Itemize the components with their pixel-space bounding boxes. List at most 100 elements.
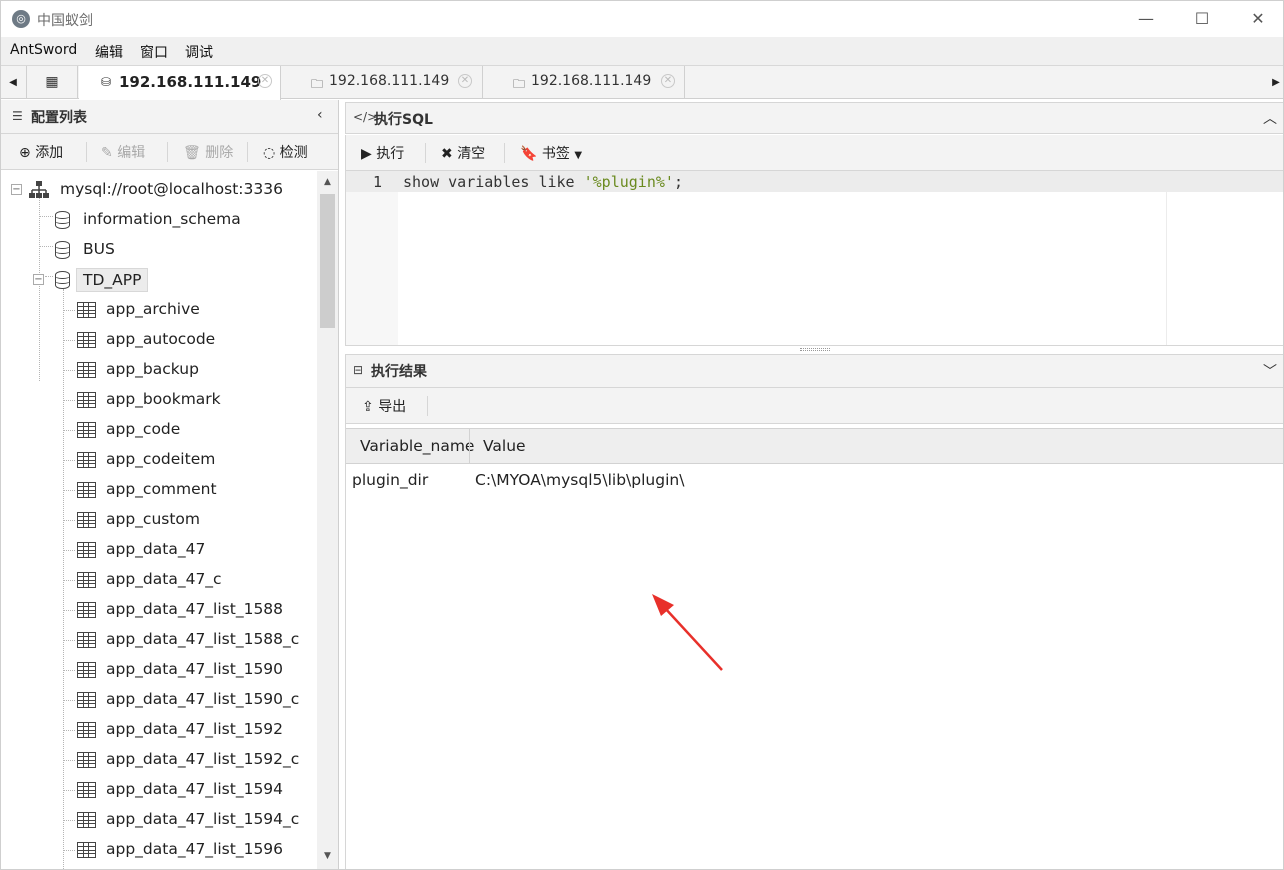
collapse-panel-icon[interactable]: ‹ xyxy=(317,107,323,123)
table-label: app_data_47_list_1588 xyxy=(106,600,284,618)
grid-icon: ▦ xyxy=(45,74,59,90)
tab-label: 192.168.111.149 xyxy=(329,73,450,89)
tree-table-node[interactable]: app_codeitem xyxy=(1,445,317,475)
tab-scroll-left-icon[interactable]: ◀ xyxy=(1,66,25,99)
scroll-thumb[interactable] xyxy=(320,194,335,328)
tree-table-node[interactable]: app_data_47 xyxy=(1,535,317,565)
table-label: app_comment xyxy=(106,480,217,498)
tree-table-node[interactable]: app_data_47_list_1590 xyxy=(1,655,317,685)
table-label: app_data_47_list_1590_c xyxy=(106,690,300,708)
database-label: information_schema xyxy=(83,210,241,228)
tree-table-node[interactable]: app_custom xyxy=(1,505,317,535)
sql-code[interactable]: show variables like '%plugin%'; xyxy=(403,173,683,191)
line-number: 1 xyxy=(372,173,382,191)
tab-bar: ◀ ▦ ⛁ 192.168.111.149 ✕ 🗀 192.168.111.14… xyxy=(1,65,1283,100)
database-icon: ⛁ xyxy=(101,75,112,89)
tree-database-node[interactable]: information_schema xyxy=(1,205,317,235)
tree-table-node[interactable]: app_data_47_list_1594_c xyxy=(1,805,317,835)
bookmark-button[interactable]: 🔖 书签 ▼ xyxy=(520,143,582,163)
close-button[interactable]: ✕ xyxy=(1230,1,1283,37)
tree-table-node[interactable]: app_archive xyxy=(1,295,317,325)
chevron-up-icon[interactable]: ︿ xyxy=(1263,108,1277,128)
database-label: TD_APP xyxy=(76,268,149,292)
export-button[interactable]: ⇪ 导出 xyxy=(362,396,406,416)
tab-files-2[interactable]: 🗀 192.168.111.149 ✕ xyxy=(484,66,685,99)
sql-panel-title: 执行SQL xyxy=(374,112,433,128)
test-button[interactable]: ◌ 检测 xyxy=(263,142,308,162)
tree-table-node[interactable]: app_data_47_list_1590_c xyxy=(1,685,317,715)
folder-icon: 🗀 xyxy=(513,77,526,91)
tab-scroll-right-icon[interactable]: ▶ xyxy=(1264,66,1283,99)
scroll-down-icon[interactable]: ▼ xyxy=(317,847,338,865)
window-title: 中国蚁剑 xyxy=(37,13,93,29)
x-icon: ✖ xyxy=(441,146,453,162)
database-icon xyxy=(55,211,70,229)
table-icon xyxy=(77,722,96,738)
menu-antsword[interactable]: AntSword xyxy=(10,42,77,58)
tree-table-node[interactable]: app_data_47_list_1592 xyxy=(1,715,317,745)
maximize-button[interactable]: ☐ xyxy=(1174,1,1230,37)
table-icon xyxy=(77,542,96,558)
table-icon xyxy=(77,782,96,798)
table-label: app_data_47_list_1594_c xyxy=(106,810,300,828)
database-tree: − mysql://root@localhost:3336 informatio… xyxy=(1,171,317,869)
play-icon: ▶ xyxy=(361,146,372,162)
table-label: app_code xyxy=(106,420,181,438)
config-toolbar: ⊕ 添加 ✎ 编辑 🗑 删除 ◌ 检测 xyxy=(1,134,338,170)
tree-table-node[interactable]: app_comment xyxy=(1,475,317,505)
plus-circle-icon: ⊕ xyxy=(19,145,31,161)
table-icon xyxy=(77,602,96,618)
database-label: BUS xyxy=(83,240,115,258)
tree-table-node[interactable]: app_data_47_c xyxy=(1,565,317,595)
tree-table-node[interactable]: app_bookmark xyxy=(1,385,317,415)
tab-files-1[interactable]: 🗀 192.168.111.149 ✕ xyxy=(282,66,483,99)
tree-table-node[interactable]: app_data_47_list_1596 xyxy=(1,835,317,865)
caret-down-icon: ▼ xyxy=(574,150,583,161)
table-label: app_codeitem xyxy=(106,450,216,468)
tab-close-icon[interactable]: ✕ xyxy=(258,74,272,88)
edit-button[interactable]: ✎ 编辑 xyxy=(101,142,145,162)
tree-database-node-selected[interactable]: − TD_APP xyxy=(1,265,317,295)
antsword-logo-icon: ◎ xyxy=(12,10,30,28)
table-icon xyxy=(77,752,96,768)
database-icon xyxy=(55,241,70,259)
tree-connection-node[interactable]: − mysql://root@localhost:3336 xyxy=(1,175,317,205)
tree-table-node[interactable]: app_backup xyxy=(1,355,317,385)
tree-scrollbar[interactable]: ▲ ▼ xyxy=(317,171,338,869)
sql-editor[interactable]: 1 show variables like '%plugin%'; xyxy=(345,171,1283,346)
scroll-up-icon[interactable]: ▲ xyxy=(317,173,338,191)
panel-splitter[interactable] xyxy=(345,346,1283,354)
database-icon xyxy=(55,271,70,289)
tree-table-node[interactable]: app_data_47_list_1588_c xyxy=(1,625,317,655)
menu-window[interactable]: 窗口 xyxy=(140,42,168,62)
tree-table-node[interactable]: app_data_47_list_1588 xyxy=(1,595,317,625)
tab-home[interactable]: ▦ xyxy=(26,66,78,99)
clear-button[interactable]: ✖ 清空 xyxy=(441,143,485,163)
tab-close-icon[interactable]: ✕ xyxy=(661,74,675,88)
chevron-down-icon[interactable]: ﹀ xyxy=(1263,361,1277,381)
title-bar: ◎ 中国蚁剑 — ☐ ✕ xyxy=(1,1,1283,37)
table-icon xyxy=(77,482,96,498)
menu-debug[interactable]: 调试 xyxy=(185,42,213,62)
config-list-panel: ☰ 配置列表 ‹ ⊕ 添加 ✎ 编辑 🗑 删除 ◌ 检测 − mysql://r… xyxy=(1,100,339,869)
delete-button[interactable]: 🗑 删除 xyxy=(183,142,233,162)
tree-table-node[interactable]: app_data_47_list_1592_c xyxy=(1,745,317,775)
collapse-icon[interactable]: − xyxy=(33,274,44,285)
tree-table-node[interactable]: app_data_47_list_1594 xyxy=(1,775,317,805)
add-button[interactable]: ⊕ 添加 xyxy=(19,142,63,162)
spinner-icon: ◌ xyxy=(263,145,276,161)
tab-close-icon[interactable]: ✕ xyxy=(458,74,472,88)
table-label: app_backup xyxy=(106,360,199,378)
table-icon xyxy=(77,842,96,858)
execute-button[interactable]: ▶ 执行 xyxy=(361,143,404,163)
tree-database-node[interactable]: BUS xyxy=(1,235,317,265)
tree-table-node[interactable]: app_code xyxy=(1,415,317,445)
result-panel-header: ⊟ 执行结果 ﹀ xyxy=(345,354,1283,388)
tab-database[interactable]: ⛁ 192.168.111.149 ✕ xyxy=(79,66,281,100)
tree-table-node[interactable]: app_autocode xyxy=(1,325,317,355)
pencil-icon: ✎ xyxy=(101,145,113,161)
collapse-icon[interactable]: − xyxy=(11,184,22,195)
table-label: app_data_47_c xyxy=(106,570,222,588)
minimize-button[interactable]: — xyxy=(1118,1,1174,37)
menu-edit[interactable]: 编辑 xyxy=(95,42,123,62)
